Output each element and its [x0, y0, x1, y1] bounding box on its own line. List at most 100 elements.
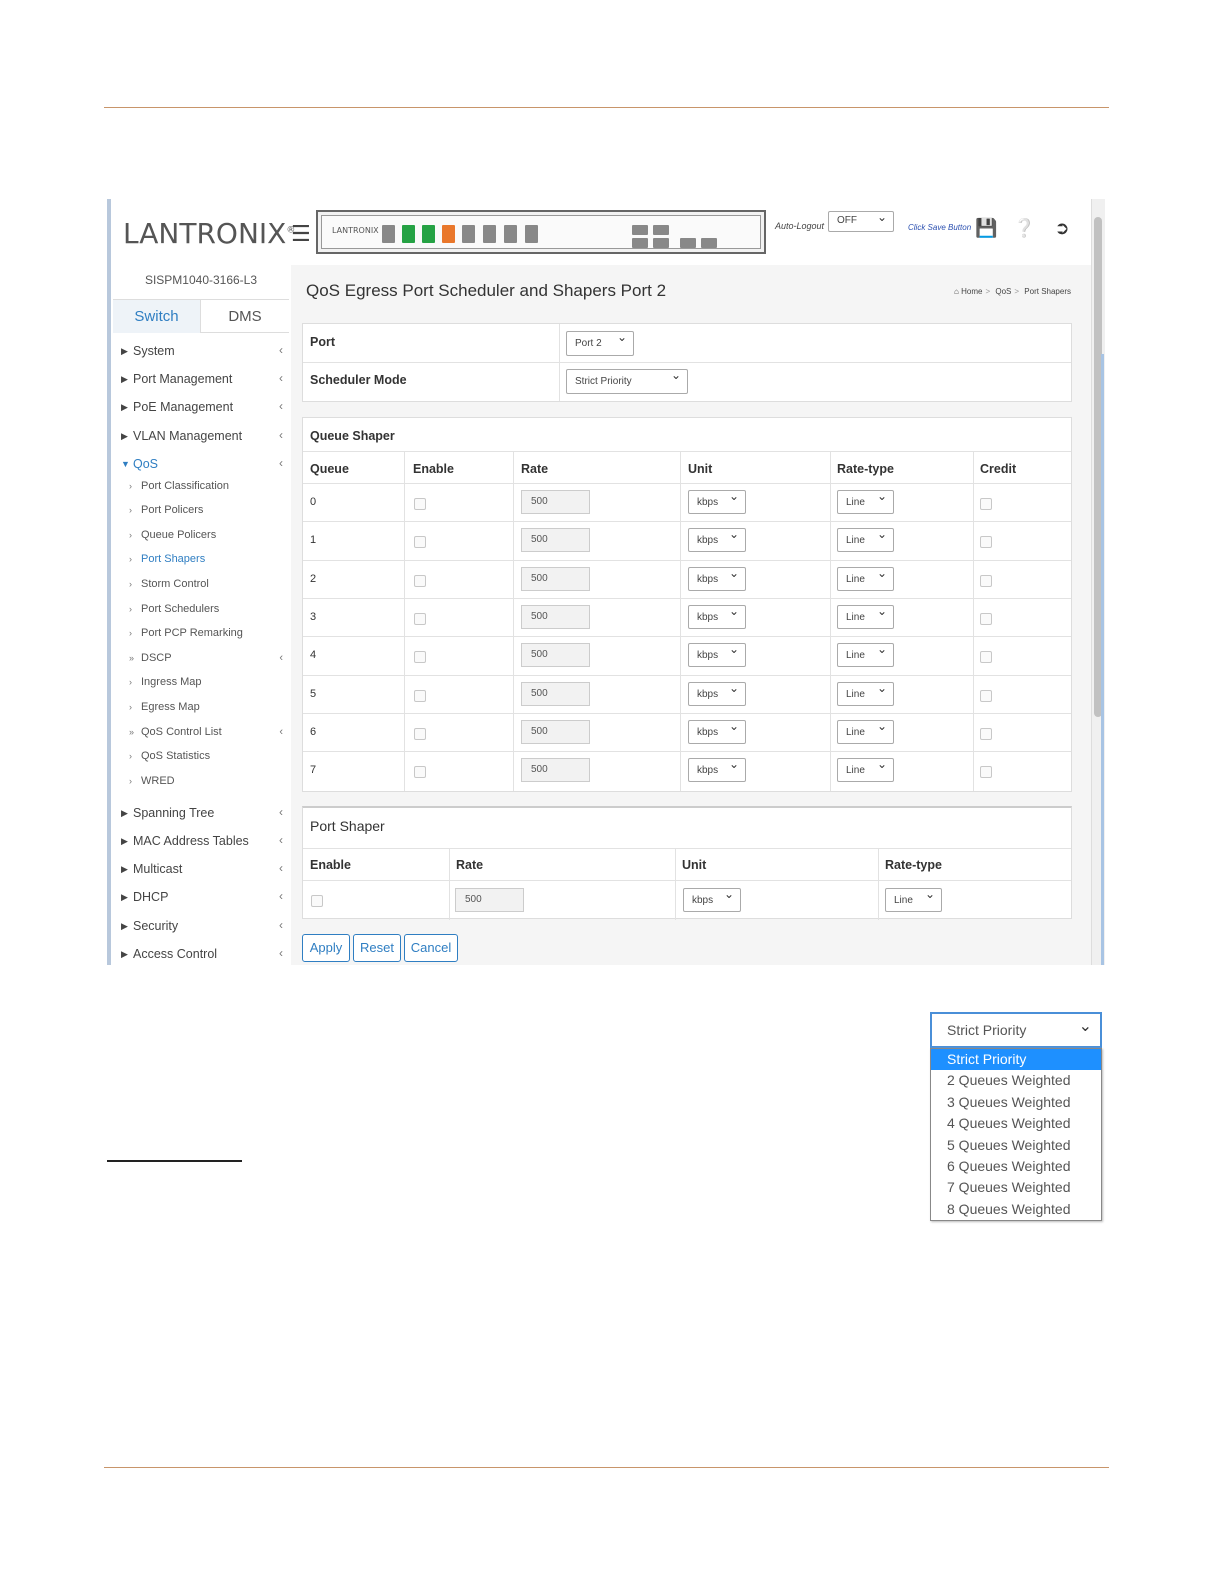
queue-unit-select[interactable]: kbps	[688, 681, 746, 706]
col-unit-header: Unit	[688, 462, 713, 476]
queue-enable-checkbox[interactable]	[414, 651, 426, 664]
queue-rate-type-select[interactable]: Line	[837, 566, 894, 591]
queue-unit-select[interactable]: kbps	[688, 719, 746, 744]
port-shaper-rate-type-select[interactable]: Line	[885, 887, 942, 912]
apply-button[interactable]: Apply	[302, 934, 350, 962]
scheduler-mode-dropdown[interactable]: Strict Priority	[930, 1012, 1102, 1048]
cancel-button[interactable]: Cancel	[404, 934, 458, 962]
scheduler-mode-option[interactable]: 6 Queues Weighted	[931, 1156, 1101, 1177]
queue-unit-select[interactable]: kbps	[688, 566, 746, 591]
caret-icon: ▶	[121, 836, 128, 846]
queue-rate-input[interactable]: 500	[521, 490, 590, 514]
sidebar: SISPM1040-3166-L3 Switch DMS ▶ System ‹ ▶ P…	[111, 265, 291, 965]
queue-credit-checkbox[interactable]	[980, 498, 992, 510]
queue-enable-checkbox[interactable]	[414, 498, 426, 510]
chevron-left-icon: ‹	[279, 918, 283, 932]
queue-enable-checkbox[interactable]	[414, 766, 426, 779]
queue-rate-type-select[interactable]: Line	[837, 527, 894, 553]
sfp-port-2[interactable]	[653, 225, 669, 235]
queue-rate-input[interactable]: 500	[521, 719, 590, 744]
scheduler-mode-option[interactable]: 3 Queues Weighted	[931, 1092, 1101, 1113]
sfp-port-1[interactable]	[632, 225, 648, 235]
scheduler-mode-option[interactable]: 2 Queues Weighted	[931, 1070, 1101, 1091]
chevron-right-icon: ›	[129, 628, 132, 638]
port-2[interactable]	[402, 225, 415, 243]
port-5[interactable]	[462, 225, 475, 243]
divider	[404, 451, 405, 791]
auto-logout-select[interactable]: OFF	[828, 210, 894, 232]
port-3[interactable]	[422, 225, 435, 243]
menu-toggle-icon[interactable]: ☰	[291, 221, 311, 247]
sfp-port-6[interactable]	[701, 238, 717, 248]
caret-icon: ▶	[121, 431, 128, 441]
queue-rate-input[interactable]: 500	[521, 528, 590, 553]
sfp-port-3[interactable]	[632, 238, 648, 248]
queue-rate-type-select[interactable]: Line	[837, 642, 894, 668]
queue-credit-checkbox[interactable]	[980, 574, 992, 587]
port-shaper-rate-input[interactable]: 500	[455, 888, 524, 912]
queue-credit-checkbox[interactable]	[980, 612, 992, 625]
tab-switch[interactable]: Switch	[113, 300, 201, 333]
port-1[interactable]	[382, 225, 395, 243]
queue-rate-input[interactable]: 500	[521, 643, 590, 668]
queue-rate-type-select[interactable]: Line	[837, 604, 894, 629]
caret-icon: ▶	[121, 949, 128, 959]
port-4[interactable]	[442, 225, 455, 243]
scheduler-mode-select[interactable]: Strict Priority	[566, 368, 688, 394]
queue-rate-input[interactable]: 500	[521, 758, 590, 783]
queue-credit-checkbox[interactable]	[980, 766, 992, 779]
port-7[interactable]	[504, 225, 517, 243]
queue-rate-type-select[interactable]: Line	[837, 757, 894, 783]
queue-rate-input[interactable]: 500	[521, 681, 590, 706]
queue-enable-checkbox[interactable]	[414, 574, 426, 587]
divider	[303, 880, 1071, 881]
caret-icon: ▶	[121, 892, 128, 902]
port-8[interactable]	[525, 225, 538, 243]
queue-unit-select[interactable]: kbps	[688, 527, 746, 553]
chevron-right-icon: ›	[129, 776, 132, 786]
queue-enable-checkbox[interactable]	[414, 689, 426, 702]
queue-unit-select[interactable]: kbps	[688, 604, 746, 629]
sfp-port-5[interactable]	[680, 238, 696, 248]
sidebar-tabs: Switch DMS	[113, 299, 289, 333]
scheduler-mode-option[interactable]: 7 Queues Weighted	[931, 1177, 1101, 1198]
queue-unit-select[interactable]: kbps	[688, 489, 746, 514]
scheduler-mode-option[interactable]: Strict Priority	[931, 1049, 1101, 1070]
queue-rate-type-select[interactable]: Line	[837, 681, 894, 706]
port-rate-type-header: Rate-type	[885, 858, 942, 872]
queue-credit-checkbox[interactable]	[980, 536, 992, 549]
queue-shaper-box: Queue Shaper Queue Enable Rate Unit Rate…	[302, 417, 1072, 792]
breadcrumb-home[interactable]: Home	[961, 287, 982, 296]
queue-enable-checkbox[interactable]	[414, 536, 426, 549]
reset-button[interactable]: Reset	[353, 934, 401, 962]
scheduler-mode-option[interactable]: 8 Queues Weighted	[931, 1199, 1101, 1220]
main-content: QoS Egress Port Scheduler and Shapers Po…	[291, 265, 1091, 965]
chevron-left-icon: ‹	[279, 456, 283, 470]
queue-rate-type-select[interactable]: Line	[837, 489, 894, 514]
scheduler-mode-option[interactable]: 4 Queues Weighted	[931, 1113, 1101, 1134]
queue-enable-checkbox[interactable]	[414, 612, 426, 625]
logout-icon[interactable]: ➲	[1051, 217, 1073, 239]
port-shaper-unit-select[interactable]: kbps	[683, 887, 741, 912]
caret-icon: ▶	[121, 346, 128, 356]
scheduler-mode-option[interactable]: 5 Queues Weighted	[931, 1135, 1101, 1156]
port-select[interactable]: Port 2	[566, 330, 634, 356]
queue-rate-input[interactable]: 500	[521, 604, 590, 629]
port-6[interactable]	[483, 225, 496, 243]
tab-dms[interactable]: DMS	[201, 300, 289, 333]
queue-rate-input[interactable]: 500	[521, 566, 590, 591]
breadcrumb-qos[interactable]: QoS	[995, 287, 1011, 296]
help-icon[interactable]: ❔	[1013, 217, 1035, 239]
queue-rate-type-select[interactable]: Line	[837, 719, 894, 744]
save-icon[interactable]: 💾	[975, 217, 997, 239]
queue-enable-checkbox[interactable]	[414, 727, 426, 740]
queue-unit-select[interactable]: kbps	[688, 642, 746, 668]
breadcrumb: ⌂ Home > QoS > Port Shapers	[954, 287, 1071, 296]
port-shaper-enable-checkbox[interactable]	[311, 895, 323, 907]
queue-credit-checkbox[interactable]	[980, 689, 992, 702]
sfp-port-4[interactable]	[653, 238, 669, 248]
chevron-right-icon: ›	[129, 481, 132, 491]
queue-credit-checkbox[interactable]	[980, 727, 992, 740]
queue-credit-checkbox[interactable]	[980, 651, 992, 664]
queue-unit-select[interactable]: kbps	[688, 757, 746, 783]
